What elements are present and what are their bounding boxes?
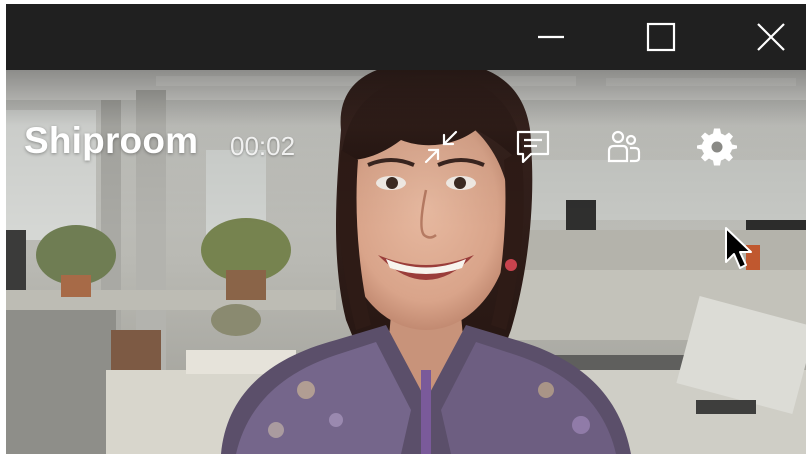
- exit-fullscreen-button[interactable]: [418, 124, 464, 170]
- chat-icon: [516, 130, 550, 164]
- maximize-icon: [646, 22, 676, 52]
- minimize-button[interactable]: [521, 4, 581, 70]
- call-timer: 00:02: [230, 131, 296, 161]
- minimize-icon: [538, 35, 564, 39]
- settings-button[interactable]: [694, 124, 740, 170]
- window-titlebar[interactable]: [6, 4, 806, 70]
- video-feed: Shiproom 00:02: [6, 70, 806, 454]
- chat-button[interactable]: [510, 124, 556, 170]
- participants-button[interactable]: [601, 124, 647, 170]
- call-window: Shiproom 00:02: [6, 4, 806, 454]
- shrink-arrows-icon: [424, 130, 458, 164]
- gear-icon: [697, 128, 737, 166]
- close-button[interactable]: [741, 4, 801, 70]
- people-icon: [607, 130, 641, 163]
- close-icon: [757, 23, 785, 51]
- call-title: Shiproom: [24, 120, 199, 161]
- maximize-button[interactable]: [631, 4, 691, 70]
- call-header: Shiproom 00:02: [6, 70, 806, 220]
